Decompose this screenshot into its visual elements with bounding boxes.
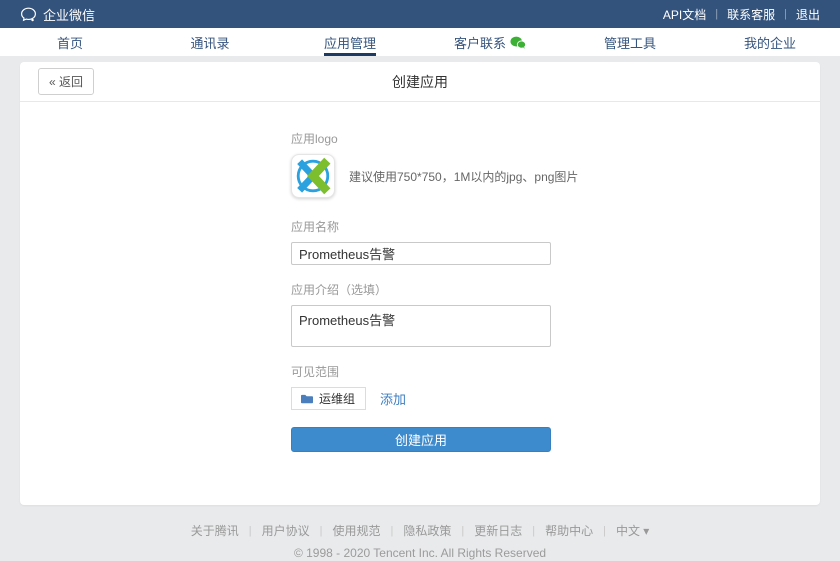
folder-icon	[300, 393, 314, 405]
app-description-label: 应用介绍（选填）	[291, 283, 388, 297]
topbar-link-logout[interactable]: 退出	[796, 6, 820, 23]
footer-link-changelog[interactable]: 更新日志	[474, 522, 522, 539]
scope-group: 可见范围 运维组 添加	[291, 363, 591, 410]
app-logo-upload[interactable]	[291, 154, 335, 198]
name-group: 应用名称	[291, 218, 591, 265]
tab-admin-tools[interactable]: 管理工具	[560, 28, 700, 56]
footer-link-user-agreement[interactable]: 用户协议	[262, 522, 310, 539]
footer-link-usage-rules[interactable]: 使用规范	[332, 522, 380, 539]
footer-link-help-center[interactable]: 帮助中心	[545, 522, 593, 539]
active-tab-underline	[324, 53, 376, 56]
topbar-link-api-docs[interactable]: API文档	[663, 6, 706, 23]
tab-app-management[interactable]: 应用管理	[280, 28, 420, 56]
language-selector[interactable]: 中文 ▾	[616, 522, 649, 539]
app-logo-x-icon	[292, 155, 334, 197]
create-app-card: « 返回 创建应用 应用logo 建议使用750*750，1M以内的jpg、pn…	[20, 62, 820, 505]
create-app-form: 应用logo 建议使用750*750，1M以内的jpg、png图片 应用名称 P…	[20, 102, 591, 452]
tab-customer-contact[interactable]: 客户联系	[420, 28, 560, 56]
separator: |	[319, 524, 323, 537]
tab-my-company[interactable]: 我的企业	[700, 28, 840, 56]
main-nav: 首页 通讯录 应用管理 客户联系 管理工具 我的企业	[0, 28, 840, 56]
separator: |	[603, 524, 606, 537]
topbar: 企业微信 API文档 | 联系客服 | 退出	[0, 0, 840, 28]
chat-bubble-icon	[20, 6, 37, 23]
footer-links: 关于腾讯 | 用户协议 | 使用规范 | 隐私政策 | 更新日志 | 帮助中心 …	[0, 522, 840, 539]
create-app-button[interactable]: 创建应用	[291, 427, 551, 452]
main-content: « 返回 创建应用 应用logo 建议使用750*750，1M以内的jpg、pn…	[20, 62, 820, 505]
page-title: 创建应用	[392, 73, 448, 90]
tab-contacts[interactable]: 通讯录	[140, 28, 280, 56]
footer-link-about-tencent[interactable]: 关于腾讯	[191, 522, 239, 539]
app-name-label: 应用名称	[291, 220, 340, 234]
logo-label: 应用logo	[291, 132, 338, 146]
scope-tag-label: 运维组	[319, 392, 356, 406]
page-footer: 关于腾讯 | 用户协议 | 使用规范 | 隐私政策 | 更新日志 | 帮助中心 …	[0, 505, 840, 560]
brand-name: 企业微信	[43, 7, 96, 23]
app-description-textarea[interactable]: Prometheus告警	[291, 305, 551, 347]
card-header: « 返回 创建应用	[20, 62, 820, 102]
separator: |	[248, 524, 252, 537]
topbar-link-contact-support[interactable]: 联系客服	[727, 6, 775, 23]
separator: |	[390, 524, 394, 537]
visible-scope-label: 可见范围	[291, 365, 340, 379]
footer-link-privacy-policy[interactable]: 隐私政策	[403, 522, 451, 539]
wechat-green-icon	[510, 36, 526, 49]
back-button[interactable]: « 返回	[38, 68, 95, 95]
separator: |	[715, 8, 719, 20]
brand-logo[interactable]: 企业微信	[20, 5, 95, 24]
topbar-links: API文档 | 联系客服 | 退出	[663, 6, 820, 23]
add-scope-link[interactable]: 添加	[380, 389, 406, 408]
copyright-text: © 1998 - 2020 Tencent Inc. All Rights Re…	[293, 546, 547, 560]
separator: |	[784, 8, 787, 20]
app-name-input[interactable]	[291, 242, 551, 265]
separator: |	[532, 524, 536, 537]
logo-hint-text: 建议使用750*750，1M以内的jpg、png图片	[349, 169, 579, 184]
logo-group: 应用logo 建议使用750*750，1M以内的jpg、png图片	[291, 130, 591, 198]
scope-tag-group[interactable]: 运维组	[291, 387, 367, 410]
description-group: 应用介绍（选填） Prometheus告警	[291, 281, 591, 347]
separator: |	[461, 524, 465, 537]
tab-home[interactable]: 首页	[0, 28, 140, 56]
